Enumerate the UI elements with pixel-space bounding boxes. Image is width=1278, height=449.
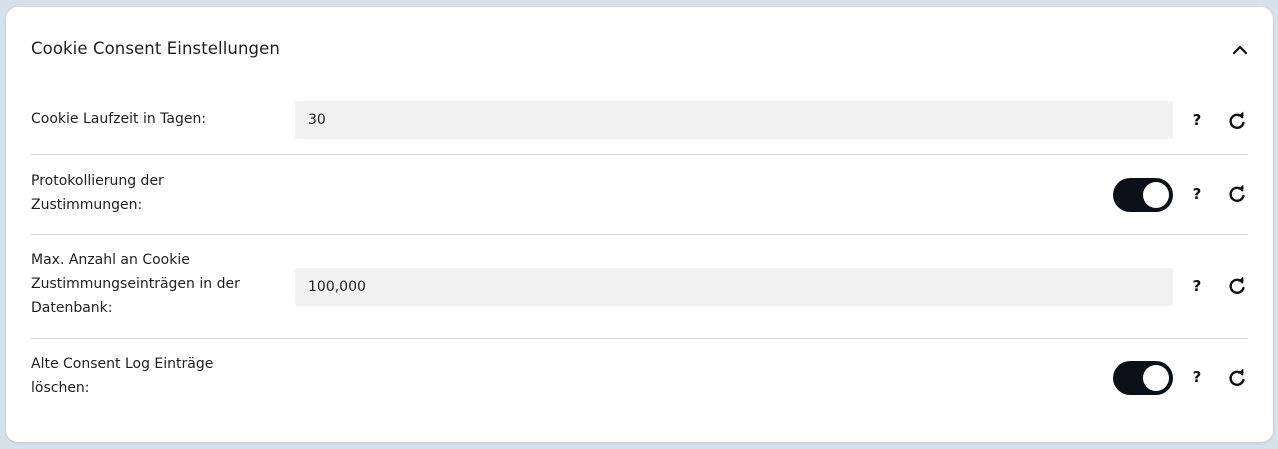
setting-label: Alte Consent Log Einträge löschen: bbox=[31, 356, 214, 396]
panel-header[interactable]: Cookie Consent Einstellungen bbox=[31, 39, 1248, 67]
setting-label: Protokollierung der Zustimmungen: bbox=[31, 173, 164, 213]
reset-icon[interactable] bbox=[1227, 111, 1247, 131]
setting-row-cookie-lifetime: Cookie Laufzeit in Tagen: 30 ? bbox=[31, 87, 1248, 155]
chevron-up-icon[interactable] bbox=[1229, 39, 1251, 61]
setting-row-consent-logging: Protokollierung der Zustimmungen: ? bbox=[31, 155, 1248, 235]
toggle-knob bbox=[1143, 182, 1169, 208]
consent-logging-toggle[interactable] bbox=[1113, 178, 1173, 212]
setting-label: Max. Anzahl an Cookie Zustimmungseinträg… bbox=[31, 252, 240, 316]
help-icon[interactable]: ? bbox=[1190, 368, 1204, 386]
reset-icon[interactable] bbox=[1227, 276, 1247, 296]
reset-icon[interactable] bbox=[1227, 184, 1247, 204]
setting-row-max-consent-entries: Max. Anzahl an Cookie Zustimmungseinträg… bbox=[31, 235, 1248, 339]
help-icon[interactable]: ? bbox=[1190, 277, 1204, 295]
reset-icon[interactable] bbox=[1227, 368, 1247, 388]
help-icon[interactable]: ? bbox=[1190, 111, 1204, 129]
setting-label: Cookie Laufzeit in Tagen: bbox=[31, 111, 207, 127]
delete-old-logs-toggle[interactable] bbox=[1113, 361, 1173, 395]
toggle-knob bbox=[1143, 365, 1169, 391]
panel-title: Cookie Consent Einstellungen bbox=[31, 39, 280, 58]
max-consent-entries-input[interactable]: 100,000 bbox=[295, 268, 1173, 306]
cookie-consent-settings-panel: Cookie Consent Einstellungen Cookie Lauf… bbox=[6, 7, 1273, 442]
help-icon[interactable]: ? bbox=[1190, 185, 1204, 203]
setting-row-delete-old-logs: Alte Consent Log Einträge löschen: ? bbox=[31, 339, 1248, 419]
cookie-lifetime-input[interactable]: 30 bbox=[295, 101, 1173, 139]
